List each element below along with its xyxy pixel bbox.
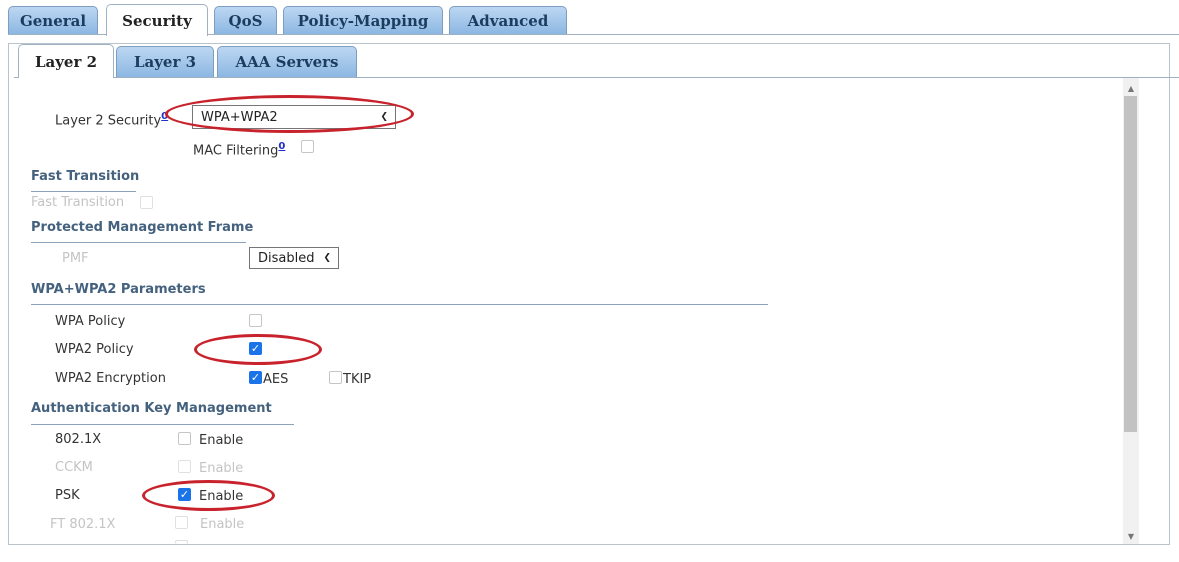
akm-psk-checkbox[interactable]: ✓ (178, 488, 191, 501)
tab-general[interactable]: General (8, 6, 98, 34)
akm-ft8021x-label: FT 802.1X (50, 517, 116, 532)
pmf-heading: Protected Management Frame (31, 220, 254, 235)
pmf-label: PMF (62, 251, 89, 266)
akm-psk-enable: Enable (199, 489, 244, 504)
chevron-down-icon: ❮ (323, 253, 331, 263)
wpa-params-heading: WPA+WPA2 Parameters (31, 282, 206, 297)
akm-cckm-enable: Enable (199, 461, 244, 476)
tab-layer-3[interactable]: Layer 3 (116, 46, 214, 77)
mac-filtering-help-link[interactable]: 0 (278, 141, 285, 152)
aes-checkbox[interactable]: ✓ (249, 371, 262, 384)
mac-filtering-label-text: MAC Filtering (193, 143, 279, 159)
tab-security[interactable]: Security (106, 4, 208, 36)
mac-filtering-label: MAC Filtering0 (193, 139, 285, 159)
pmf-divider (31, 242, 246, 243)
mac-filtering-checkbox[interactable] (301, 140, 314, 153)
fast-transition-label: Fast Transition (31, 195, 125, 210)
akm-ft8021x-checkbox[interactable] (175, 516, 188, 529)
tab-qos[interactable]: QoS (214, 6, 277, 34)
layer2-security-select[interactable]: WPA+WPA2 ❮ (192, 105, 396, 129)
akm-heading: Authentication Key Management (31, 401, 272, 416)
akm-psk-label: PSK (55, 488, 80, 503)
tkip-label: TKIP (343, 372, 372, 387)
chevron-down-icon: ❮ (380, 112, 388, 122)
scroll-up-icon[interactable]: ▲ (1123, 80, 1139, 96)
tab-policy-mapping[interactable]: Policy-Mapping (283, 6, 443, 34)
tab-layer-2[interactable]: Layer 2 (18, 44, 114, 78)
wpa2-policy-checkbox[interactable]: ✓ (249, 342, 262, 355)
layer2-security-label-text: Layer 2 Security (55, 113, 162, 129)
fast-transition-checkbox[interactable] (140, 196, 153, 209)
akm-divider (31, 424, 294, 425)
layer2-security-help-link[interactable]: 0 (161, 111, 168, 122)
akm-next-checkbox-partial[interactable] (175, 540, 188, 544)
aes-label: AES (263, 372, 289, 387)
tab-aaa-servers[interactable]: AAA Servers (217, 46, 357, 77)
wpa-policy-checkbox[interactable] (249, 314, 262, 327)
scrollbar-thumb[interactable] (1124, 96, 1137, 432)
fast-transition-heading: Fast Transition (31, 169, 140, 184)
tab-advanced[interactable]: Advanced (449, 6, 567, 34)
fast-transition-divider (31, 191, 136, 192)
akm-8021x-checkbox[interactable] (178, 432, 191, 445)
layer2-security-label: Layer 2 Security0 (55, 109, 168, 129)
wpa-params-divider (31, 304, 768, 305)
akm-ft8021x-enable: Enable (200, 517, 245, 532)
wpa2-policy-label: WPA2 Policy (55, 342, 134, 357)
akm-cckm-checkbox[interactable] (178, 460, 191, 473)
inner-tab-baseline (14, 77, 1179, 78)
akm-8021x-label: 802.1X (55, 432, 102, 447)
scroll-down-icon[interactable]: ▼ (1123, 528, 1139, 544)
wpa-policy-label: WPA Policy (55, 314, 126, 329)
layer2-security-value: WPA+WPA2 (201, 109, 278, 125)
pmf-value: Disabled (258, 250, 315, 266)
akm-cckm-label: CCKM (55, 460, 93, 475)
tkip-checkbox[interactable] (329, 371, 342, 384)
pmf-select[interactable]: Disabled ❮ (249, 247, 339, 269)
wpa2-encryption-label: WPA2 Encryption (55, 371, 166, 386)
akm-8021x-enable: Enable (199, 433, 244, 448)
